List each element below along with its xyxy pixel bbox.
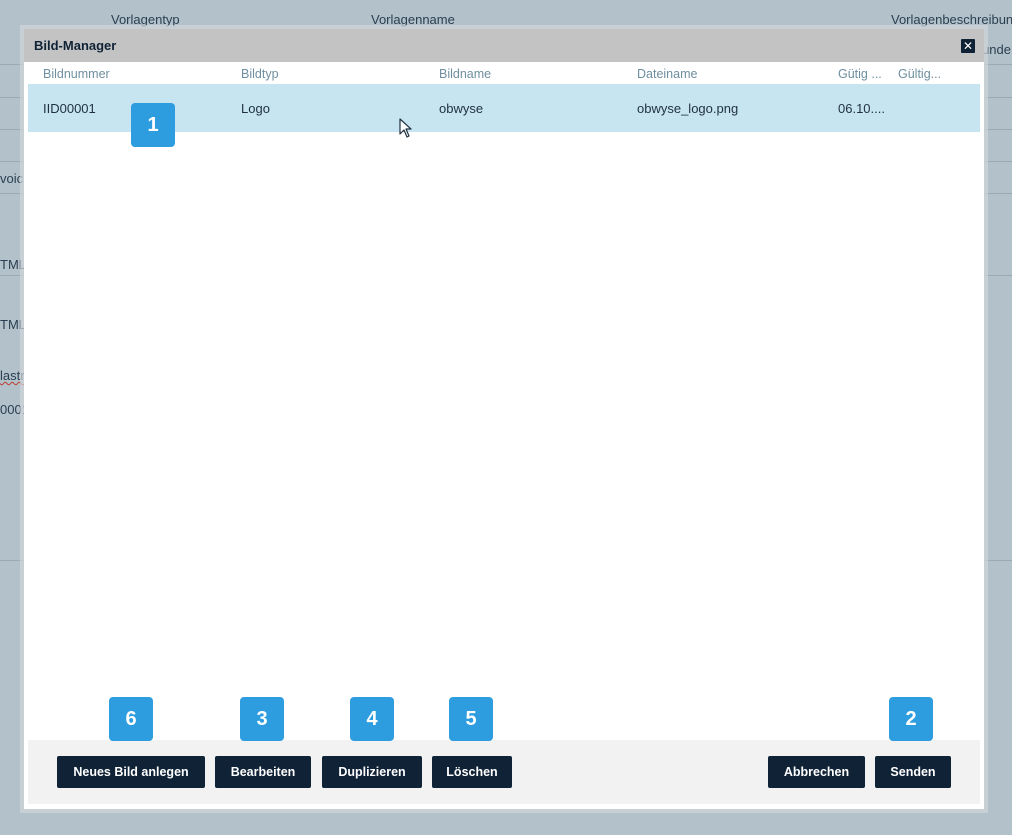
dialog-footer: Neues Bild anlegen Bearbeiten Dupliziere…	[28, 740, 980, 804]
bg-fragment: voic	[0, 171, 24, 186]
callout-badge-2: 2	[889, 697, 933, 741]
cell-bildname: obwyse	[439, 101, 484, 116]
bg-fragment: lastr	[0, 368, 25, 383]
dialog-titlebar: Bild-Manager ✕	[24, 29, 984, 62]
bg-fragment: TML	[0, 317, 26, 332]
column-header-gueltig-ab[interactable]: Gütig ...	[838, 67, 882, 81]
bg-header-vorlagenname: Vorlagenname	[371, 12, 455, 27]
column-header-gueltig-bis[interactable]: Gültig...	[898, 67, 941, 81]
column-header-dateiname[interactable]: Dateiname	[637, 67, 697, 81]
duplicate-button[interactable]: Duplizieren	[322, 756, 422, 788]
send-button[interactable]: Senden	[875, 756, 951, 788]
callout-badge-1: 1	[131, 103, 175, 147]
column-header-bildtyp[interactable]: Bildtyp	[241, 67, 279, 81]
callout-badge-4: 4	[350, 697, 394, 741]
cell-bildnummer: IID00001	[43, 101, 96, 116]
delete-button[interactable]: Löschen	[432, 756, 512, 788]
bg-header-vorlagenbeschreibung: Vorlagenbeschreibung	[891, 12, 1012, 27]
new-image-button[interactable]: Neues Bild anlegen	[57, 756, 205, 788]
edit-button[interactable]: Bearbeiten	[215, 756, 311, 788]
mouse-pointer-icon	[399, 118, 412, 138]
callout-badge-5: 5	[449, 697, 493, 741]
close-icon[interactable]: ✕	[961, 39, 975, 53]
bg-fragment: unde	[982, 42, 1011, 57]
column-header-bildname[interactable]: Bildname	[439, 67, 491, 81]
bg-header-vorlagentyp: Vorlagentyp	[111, 12, 180, 27]
cell-gueltig-ab: 06.10....	[838, 101, 885, 116]
cell-bildtyp: Logo	[241, 101, 270, 116]
cancel-button[interactable]: Abbrechen	[768, 756, 865, 788]
dialog-title: Bild-Manager	[34, 38, 117, 53]
column-header-bildnummer[interactable]: Bildnummer	[43, 67, 110, 81]
callout-badge-6: 6	[109, 697, 153, 741]
callout-badge-3: 3	[240, 697, 284, 741]
cell-dateiname: obwyse_logo.png	[637, 101, 739, 116]
